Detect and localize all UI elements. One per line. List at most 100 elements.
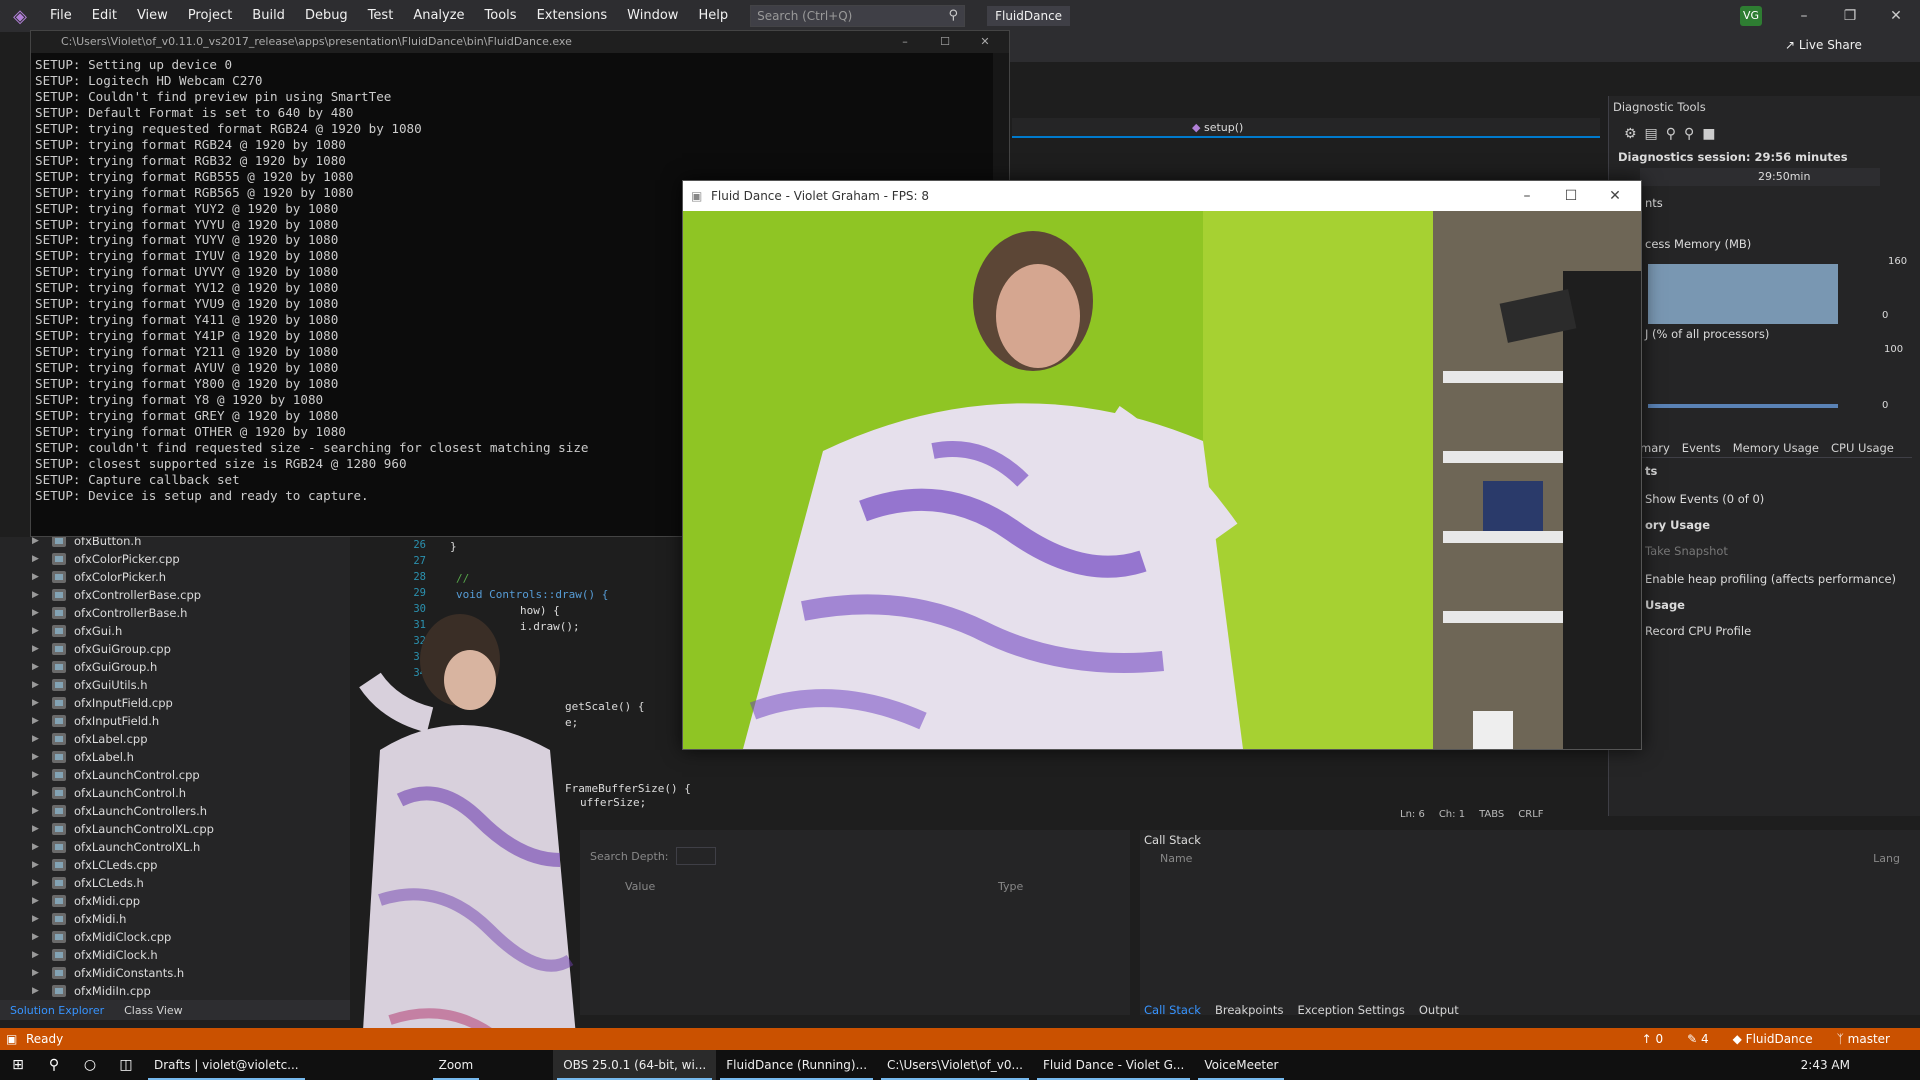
tree-item[interactable]: ▶ ofxColorPicker.cpp bbox=[0, 550, 350, 568]
fluid-maximize-button[interactable]: ☐ bbox=[1549, 181, 1593, 211]
expand-arrow-icon[interactable]: ▶ bbox=[0, 572, 39, 582]
expand-arrow-icon[interactable]: ▶ bbox=[0, 986, 39, 996]
tab-breakpoints[interactable]: Breakpoints bbox=[1215, 1003, 1283, 1017]
taskbar-app-voicemeeter[interactable]: VoiceMeeter bbox=[1194, 1050, 1288, 1080]
menu-extensions[interactable]: Extensions bbox=[527, 0, 618, 32]
tree-item[interactable]: ▶ ofxInputField.h bbox=[0, 712, 350, 730]
tree-item[interactable]: ▶ ofxGui.h bbox=[0, 622, 350, 640]
expand-arrow-icon[interactable]: ▶ bbox=[0, 896, 39, 906]
taskbar-app-fluid-dance[interactable]: Fluid Dance - Violet G... bbox=[1033, 1050, 1194, 1080]
show-events-link[interactable]: Show Events (0 of 0) bbox=[1645, 492, 1764, 506]
expand-arrow-icon[interactable]: ▶ bbox=[0, 968, 39, 978]
tab-exception-settings[interactable]: Exception Settings bbox=[1297, 1003, 1404, 1017]
tree-item[interactable]: ▶ ofxColorPicker.h bbox=[0, 568, 350, 586]
minimize-button[interactable]: – bbox=[1782, 0, 1826, 32]
taskbar-app-obs[interactable]: OBS 25.0.1 (64-bit, wi... bbox=[553, 1050, 717, 1080]
diag-toolbar-icons[interactable]: ⚙▤⚲⚲■ bbox=[1624, 126, 1724, 142]
console-close-button[interactable]: ✕ bbox=[965, 31, 1005, 53]
heap-profiling-checkbox[interactable]: Enable heap profiling (affects performan… bbox=[1645, 572, 1896, 586]
tabs-indicator[interactable]: TABS bbox=[1479, 809, 1504, 820]
menu-analyze[interactable]: Analyze bbox=[403, 0, 474, 32]
push-count[interactable]: ↑ 0 bbox=[1642, 1032, 1664, 1046]
tab-solution-explorer[interactable]: Solution Explorer bbox=[0, 1004, 114, 1017]
expand-arrow-icon[interactable]: ▶ bbox=[0, 626, 39, 636]
console-minimize-button[interactable]: – bbox=[885, 31, 925, 53]
tree-item[interactable]: ▶ ofxLaunchControl.h bbox=[0, 784, 350, 802]
repo-name[interactable]: ◆ FluidDance bbox=[1733, 1032, 1813, 1046]
tree-item[interactable]: ▶ ofxLaunchControl.cpp bbox=[0, 766, 350, 784]
take-snapshot-button[interactable]: Take Snapshot bbox=[1645, 544, 1728, 558]
expand-arrow-icon[interactable]: ▶ bbox=[0, 644, 39, 654]
tree-item[interactable]: ▶ ofxLaunchControllers.h bbox=[0, 802, 350, 820]
menu-view[interactable]: View bbox=[127, 0, 178, 32]
tab-call-stack[interactable]: Call Stack bbox=[1144, 1003, 1201, 1017]
menu-file[interactable]: File bbox=[40, 0, 82, 32]
tree-item[interactable]: ▶ ofxGuiGroup.h bbox=[0, 658, 350, 676]
avatar[interactable]: VG bbox=[1740, 6, 1762, 26]
expand-arrow-icon[interactable]: ▶ bbox=[0, 680, 39, 690]
tree-item[interactable]: ▶ ofxLaunchControlXL.cpp bbox=[0, 820, 350, 838]
task-view-icon[interactable]: ◫ bbox=[108, 1057, 144, 1073]
expand-arrow-icon[interactable]: ▶ bbox=[0, 770, 39, 780]
tab-output[interactable]: Output bbox=[1419, 1003, 1459, 1017]
branch-name[interactable]: ᛉ master bbox=[1837, 1032, 1890, 1046]
windows-start-icon[interactable]: ⊞ bbox=[0, 1057, 36, 1073]
tree-item[interactable]: ▶ ofxGuiUtils.h bbox=[0, 676, 350, 694]
menu-project[interactable]: Project bbox=[178, 0, 242, 32]
expand-arrow-icon[interactable]: ▶ bbox=[0, 752, 39, 762]
close-button[interactable]: ✕ bbox=[1874, 0, 1918, 32]
fluid-dance-window[interactable]: ▣ Fluid Dance - Violet Graham - FPS: 8 –… bbox=[682, 180, 1642, 750]
live-share-button[interactable]: ↗ Live Share bbox=[1785, 38, 1862, 52]
expand-arrow-icon[interactable]: ▶ bbox=[0, 734, 39, 744]
tree-item[interactable]: ▶ ofxMidi.h bbox=[0, 910, 350, 928]
menu-help[interactable]: Help bbox=[688, 0, 738, 32]
tree-item[interactable]: ▶ ofxLCLeds.h bbox=[0, 874, 350, 892]
menu-window[interactable]: Window bbox=[617, 0, 688, 32]
tree-item[interactable]: ▶ ofxMidiClock.cpp bbox=[0, 928, 350, 946]
expand-arrow-icon[interactable]: ▶ bbox=[0, 788, 39, 798]
tree-item[interactable]: ▶ ofxLabel.cpp bbox=[0, 730, 350, 748]
fluid-dance-title-bar[interactable]: ▣ Fluid Dance - Violet Graham - FPS: 8 –… bbox=[683, 181, 1641, 211]
changes-count[interactable]: ✎ 4 bbox=[1687, 1032, 1709, 1046]
expand-arrow-icon[interactable]: ▶ bbox=[0, 860, 39, 870]
tree-item[interactable]: ▶ ofxLabel.h bbox=[0, 748, 350, 766]
console-title-bar[interactable]: C:\Users\Violet\of_v0.11.0_vs2017_releas… bbox=[31, 31, 1009, 53]
tree-item[interactable]: ▶ ofxControllerBase.h bbox=[0, 604, 350, 622]
menu-build[interactable]: Build bbox=[242, 0, 295, 32]
system-clock[interactable]: 2:43 AM bbox=[1801, 1058, 1920, 1072]
expand-arrow-icon[interactable]: ▶ bbox=[0, 950, 39, 960]
tab-events[interactable]: Events bbox=[1682, 441, 1721, 455]
function-dropdown[interactable]: ◆ setup() bbox=[1012, 118, 1600, 138]
tree-item[interactable]: ▶ ofxMidi.cpp bbox=[0, 892, 350, 910]
tree-item[interactable]: ▶ ofxGuiGroup.cpp bbox=[0, 640, 350, 658]
expand-arrow-icon[interactable]: ▶ bbox=[0, 554, 39, 564]
tab-class-view[interactable]: Class View bbox=[114, 1004, 193, 1017]
tree-item[interactable]: ▶ ofxMidiConstants.h bbox=[0, 964, 350, 982]
taskbar-app-firefox[interactable]: Drafts | violet@violetc... bbox=[144, 1050, 309, 1080]
tab-summary[interactable]: mary bbox=[1640, 441, 1670, 455]
fluid-minimize-button[interactable]: – bbox=[1505, 181, 1549, 211]
expand-arrow-icon[interactable]: ▶ bbox=[0, 914, 39, 924]
cortana-icon[interactable]: ○ bbox=[72, 1057, 108, 1073]
taskbar-app-console[interactable]: C:\Users\Violet\of_v0... bbox=[877, 1050, 1033, 1080]
expand-arrow-icon[interactable]: ▶ bbox=[0, 698, 39, 708]
search-depth-dropdown[interactable] bbox=[676, 847, 716, 865]
tree-item[interactable]: ▶ ofxMidiIn.cpp bbox=[0, 982, 350, 1000]
expand-arrow-icon[interactable]: ▶ bbox=[0, 824, 39, 834]
search-icon[interactable]: ⚲ bbox=[36, 1057, 72, 1073]
expand-arrow-icon[interactable]: ▶ bbox=[0, 536, 39, 546]
expand-arrow-icon[interactable]: ▶ bbox=[0, 716, 39, 726]
menu-tools[interactable]: Tools bbox=[475, 0, 527, 32]
tab-cpu-usage[interactable]: CPU Usage bbox=[1831, 441, 1894, 455]
tree-item[interactable]: ▶ ofxMidiClock.h bbox=[0, 946, 350, 964]
expand-arrow-icon[interactable]: ▶ bbox=[0, 806, 39, 816]
expand-arrow-icon[interactable]: ▶ bbox=[0, 662, 39, 672]
search-input[interactable]: Search (Ctrl+Q) ⚲ bbox=[750, 5, 966, 27]
menu-test[interactable]: Test bbox=[358, 0, 404, 32]
tab-memory-usage[interactable]: Memory Usage bbox=[1733, 441, 1819, 455]
menu-edit[interactable]: Edit bbox=[82, 0, 127, 32]
expand-arrow-icon[interactable]: ▶ bbox=[0, 932, 39, 942]
restore-button[interactable]: ❐ bbox=[1828, 0, 1872, 32]
line-ending-indicator[interactable]: CRLF bbox=[1518, 809, 1543, 820]
tree-item[interactable]: ▶ ofxLCLeds.cpp bbox=[0, 856, 350, 874]
